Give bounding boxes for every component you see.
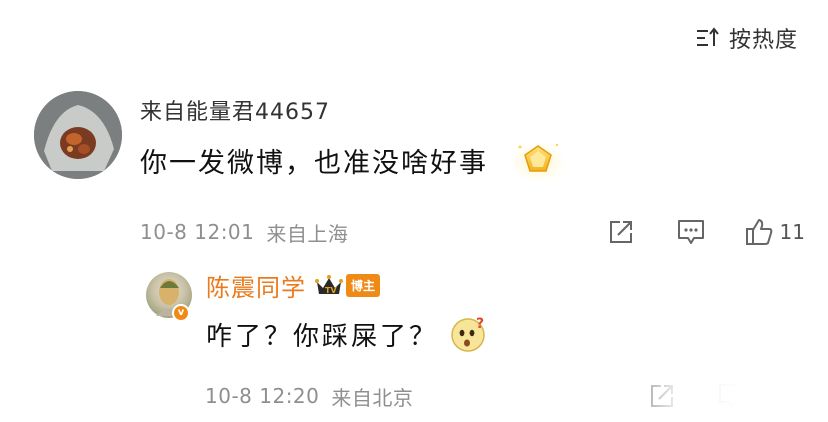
reply-author[interactable]: 陈震同学 [206,268,306,303]
avatar-image [34,91,122,179]
like-button[interactable]: 11 [744,217,805,247]
reply-location: 来自北京 [331,385,414,410]
like-count: 11 [779,220,805,244]
blogger-tag: 博主 [346,274,381,297]
reply-timestamp: 10-8 12:20 [205,384,320,408]
reply-button[interactable] [676,217,706,247]
sort-toggle[interactable]: 按热度 [695,22,798,54]
crown-tv-icon: TV [315,274,343,295]
avatar[interactable] [34,91,122,179]
svg-text:TV: TV [325,286,337,295]
thinking-face-emoji-icon: ? [451,316,487,352]
comment-meta: 10-8 12:01 来自上海 11 [140,214,805,250]
comment-icon [677,220,704,244]
sort-icon [696,27,719,46]
gold-pentagon-badge-icon [510,142,566,182]
comment-location: 来自上海 [266,221,349,246]
comment-text: 你一发微博，也准没啥好事 [140,147,488,179]
fade-overlay [608,360,828,422]
comment-timestamp: 10-8 12:01 [140,220,255,244]
reply-text: 咋了？你踩屎了？ [206,321,439,352]
svg-text:?: ? [476,316,487,332]
thumbs-up-icon [745,219,772,245]
comment-author[interactable]: 来自能量君44657 [140,94,566,126]
verified-badge-icon: v [172,304,190,322]
share-icon [609,221,632,243]
sort-label: 按热度 [728,28,798,53]
share-button[interactable] [606,217,636,247]
